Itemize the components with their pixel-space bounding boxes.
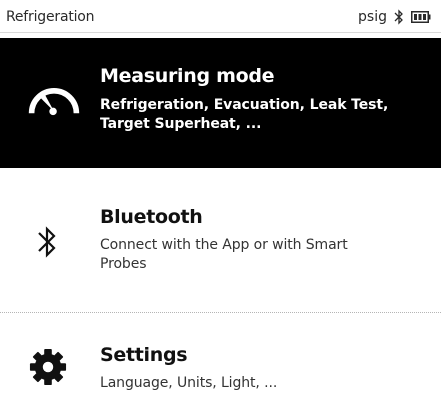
menu-item-measuring-mode[interactable]: Measuring mode Refrigeration, Evacuation… xyxy=(0,38,441,168)
menu-item-description: Connect with the App or with Smart Probe… xyxy=(100,237,348,272)
gauge-icon xyxy=(28,88,80,116)
gear-icon xyxy=(29,348,67,386)
status-title: Refrigeration xyxy=(6,9,95,25)
menu-item-bluetooth[interactable]: Bluetooth Connect with the App or with S… xyxy=(0,190,441,290)
menu-item-title: Bluetooth xyxy=(100,206,203,228)
status-indicators: psig xyxy=(358,8,431,26)
bluetooth-icon xyxy=(394,9,403,25)
menu-item-title: Measuring mode xyxy=(100,65,275,87)
bluetooth-icon xyxy=(38,226,56,258)
menu-item-description: Refrigeration, Evacuation, Leak Test, Ta… xyxy=(100,97,389,132)
menu-divider xyxy=(0,312,441,313)
menu-item-title: Settings xyxy=(100,344,188,366)
pressure-unit-label: psig xyxy=(358,9,387,25)
menu-item-settings[interactable]: Settings Language, Units, Light, ... xyxy=(0,330,441,403)
device-screen: Refrigeration psig Measuring mode Refrig… xyxy=(0,0,441,403)
status-bar: Refrigeration psig xyxy=(0,0,441,33)
battery-icon xyxy=(411,11,431,23)
menu-item-description: Language, Units, Light, ... xyxy=(100,375,278,391)
